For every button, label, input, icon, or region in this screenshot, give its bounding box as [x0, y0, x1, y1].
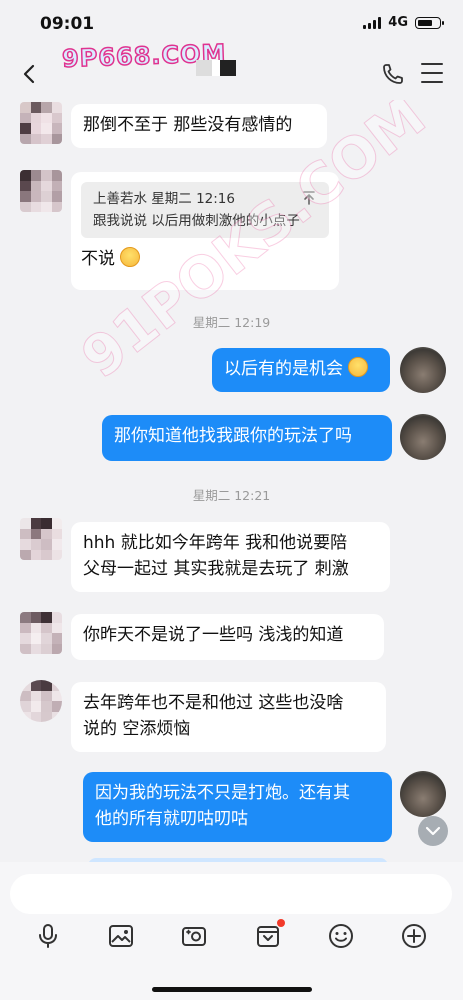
my-avatar[interactable]	[400, 347, 446, 393]
phone-icon[interactable]	[381, 62, 405, 86]
emoji-icon[interactable]	[327, 922, 355, 950]
microphone-icon[interactable]	[34, 922, 62, 950]
signal-icon	[363, 16, 382, 29]
composer	[0, 862, 463, 1000]
message-text-line: 他的所有就叨咕叨咕	[95, 809, 248, 829]
thinking-emoji-icon	[348, 357, 369, 377]
message-bubble[interactable]: hhh 就比如今年跨年 我和他说要陪 父母一起过 其实我就是去玩了 刺激	[71, 522, 390, 592]
avatar[interactable]	[20, 102, 62, 144]
message-bubble-with-quote[interactable]: 上善若水 星期二 12:16 跟我说说 以后用做刺激他的小点子 不说	[71, 172, 339, 290]
message-text-line: hhh 就比如今年跨年 我和他说要陪	[83, 533, 348, 553]
composer-toolbar	[0, 919, 463, 952]
home-indicator	[152, 987, 312, 992]
message-text-line: 说的 空添烦恼	[83, 719, 191, 739]
timestamp: 星期二 12:21	[192, 488, 271, 503]
message-text: 不说	[81, 249, 115, 269]
message-bubble[interactable]: 你昨天不是说了一些吗 浅浅的知道	[71, 614, 384, 660]
battery-icon	[415, 16, 444, 29]
timestamp: 星期二 12:19	[192, 315, 271, 330]
back-arrow-icon[interactable]	[18, 62, 42, 86]
message-text: 那倒不至于 那些没有感情的	[83, 115, 293, 135]
status-bar: 09:01 4G	[0, 0, 463, 48]
jump-to-quote-icon[interactable]	[303, 191, 315, 205]
quote-text: 跟我说说 以后用做刺激他的小点子	[93, 213, 300, 229]
message-input[interactable]	[10, 874, 452, 914]
my-message-bubble[interactable]: 那你知道他找我跟你的玩法了吗	[102, 415, 392, 461]
message-text: 你昨天不是说了一些吗 浅浅的知道	[83, 625, 344, 645]
message-text-line: 父母一起过 其实我就是去玩了 刺激	[83, 559, 349, 579]
quoted-message[interactable]: 上善若水 星期二 12:16 跟我说说 以后用做刺激他的小点子	[81, 182, 329, 238]
message-bubble[interactable]: 那倒不至于 那些没有感情的	[71, 104, 327, 148]
message-bubble[interactable]: 去年跨年也不是和他过 这些也没啥 说的 空添烦恼	[71, 682, 386, 752]
chevron-down-icon	[425, 826, 441, 836]
message-list[interactable]: 那倒不至于 那些没有感情的 上善若水 星期二 12:16 跟我说说 以后用做刺激…	[0, 100, 463, 862]
my-avatar[interactable]	[400, 771, 446, 817]
message-text: 那你知道他找我跟你的玩法了吗	[114, 426, 352, 446]
contact-name-redacted	[196, 60, 236, 76]
avatar[interactable]	[20, 680, 62, 722]
gift-button[interactable]	[254, 919, 285, 950]
avatar[interactable]	[20, 612, 62, 654]
avatar[interactable]	[20, 170, 62, 212]
my-avatar[interactable]	[400, 414, 446, 460]
message-text: 以后有的是机会	[224, 359, 343, 379]
scroll-to-bottom-button[interactable]	[418, 816, 448, 846]
status-indicators: 4G	[363, 15, 444, 30]
network-label: 4G	[388, 15, 408, 30]
flushed-emoji-icon	[120, 247, 141, 267]
notification-dot	[277, 919, 285, 927]
my-message-bubble[interactable]: 因为我的玩法不只是打炮。还有其 他的所有就叨咕叨咕	[83, 772, 392, 842]
avatar[interactable]	[20, 518, 62, 560]
image-icon[interactable]	[107, 922, 135, 950]
quote-author: 上善若水 星期二 12:16	[93, 191, 235, 207]
message-text-line: 因为我的玩法不只是打炮。还有其	[95, 783, 350, 803]
menu-icon[interactable]	[421, 63, 443, 83]
status-time: 09:01	[40, 14, 95, 34]
camera-icon[interactable]	[180, 922, 208, 950]
plus-icon[interactable]	[400, 922, 428, 950]
message-text-line: 去年跨年也不是和他过 这些也没啥	[83, 693, 344, 713]
my-message-bubble[interactable]: 以后有的是机会	[212, 348, 390, 392]
